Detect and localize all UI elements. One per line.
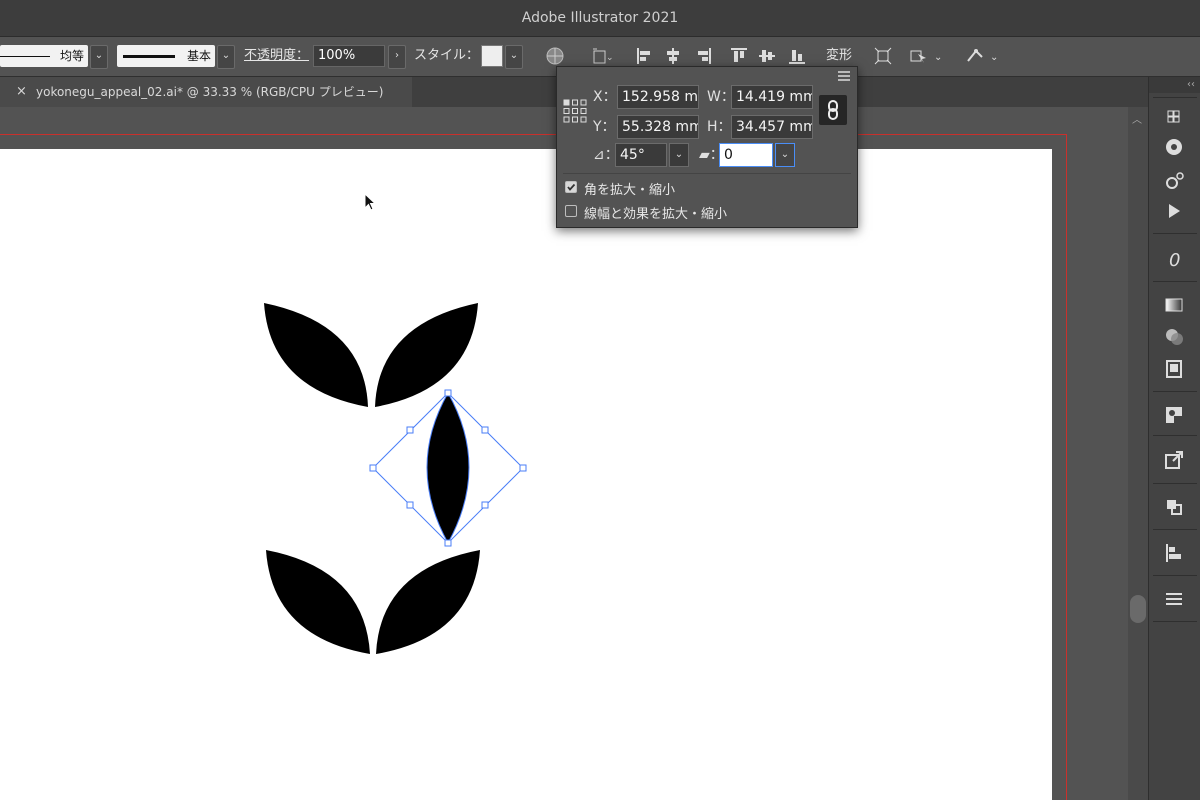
transparency-icon[interactable] [1161,325,1187,349]
dock-divider [1153,233,1197,234]
dock-divider [1153,621,1197,622]
pathfinder-icon[interactable] [1161,495,1187,519]
style-label: スタイル： [414,48,480,63]
transform-link[interactable]: 変形 [826,45,852,67]
window-title: Adobe Illustrator 2021 [521,10,679,26]
stroke-profile-preview [0,56,50,57]
brush-dropdown-button[interactable]: ⌄ [217,45,235,69]
shear-dropdown-button[interactable]: ⌄ [775,143,795,167]
petal-shape[interactable] [266,550,370,654]
chevron-down-icon: ⌄ [509,50,519,61]
chevron-down-icon: ⌄ [780,149,790,160]
stroke-profile-dropdown-button[interactable]: ⌄ [90,45,108,69]
artboard[interactable] [0,149,1052,800]
chevron-down-icon: ⌄ [94,50,104,61]
close-icon[interactable]: × [16,77,27,107]
panel-dock: ‹‹ 0 [1148,77,1200,800]
stroke-profile-label: 均等 [59,49,84,63]
dock-divider [1153,281,1197,282]
align-panel-icon[interactable] [1161,541,1187,565]
chevron-down-icon: ⌄ [674,149,684,160]
svg-text:⌄: ⌄ [934,52,942,63]
recolor-icon[interactable] [544,45,566,67]
brush-preview [123,55,175,58]
align-bottom-icon[interactable] [786,45,808,67]
collapse-icon[interactable]: ‹‹ [1187,77,1195,93]
chevron-right-icon: › [395,50,399,61]
image-trace-icon[interactable] [1161,403,1187,427]
reference-point-icon[interactable] [563,99,587,127]
rotate-input[interactable]: 45° [615,143,667,167]
dock-divider [1153,483,1197,484]
vertical-scrollbar[interactable]: ︿ [1128,107,1148,800]
dock-divider [1153,435,1197,436]
color-wheel-icon[interactable] [1161,135,1187,159]
window-titlebar: Adobe Illustrator 2021 [0,0,1200,37]
petal-shape[interactable] [376,550,480,654]
svg-text:0: 0 [1169,250,1180,271]
constrain-proportions-button[interactable] [819,95,847,125]
stroke-profile-select[interactable]: 均等 [0,45,88,67]
mouse-cursor-icon [364,192,378,217]
gradient-icon[interactable] [1161,293,1187,317]
height-input[interactable]: 34.457 mm [731,115,813,139]
style-dropdown-button[interactable]: ⌄ [505,45,523,69]
chevron-down-icon: ⌄ [221,50,231,61]
libraries-icon[interactable] [1161,105,1187,129]
document-tab[interactable]: × yokonegu_appeal_02.ai* @ 33.33 % (RGB/… [0,77,412,107]
h-label: H： [707,119,732,135]
width-input[interactable]: 14.419 mm [731,85,813,109]
opacity-input[interactable]: 100% [313,45,385,67]
align-center-icon[interactable] [662,45,684,67]
gear-icon[interactable] [1161,169,1187,193]
petal-shape[interactable] [375,303,478,407]
select-similar-icon[interactable]: ⌄ [908,45,944,67]
shape-transform-icon[interactable]: ⌄ [590,45,614,67]
dock-divider [1153,529,1197,530]
x-input[interactable]: 152.958 m [617,85,699,109]
puppet-warp-icon[interactable]: ⌄ [964,45,1000,67]
scale-corners-label[interactable]: 角を拡大・縮小 [584,179,675,198]
x-label: X： [593,89,617,105]
style-swatch[interactable] [481,45,503,67]
rotate-dropdown-button[interactable]: ⌄ [669,143,689,167]
align-right-icon[interactable] [692,45,714,67]
panel-menu-icon[interactable] [837,70,851,86]
panel-divider [563,173,851,174]
dock-divider [1153,391,1197,392]
dock-divider [1153,97,1197,98]
align-top-icon[interactable] [728,45,750,67]
brush-label: 基本 [186,49,211,63]
shear-input[interactable]: 0 [719,143,773,167]
scale-corners-checkbox[interactable] [565,181,577,193]
document-tab-title: yokonegu_appeal_02.ai* @ 33.33 % (RGB/CP… [36,85,384,99]
transform-panel: X： 152.958 m W： 14.419 mm Y： 55.328 mm H… [556,66,858,228]
petal-shape[interactable] [264,303,368,407]
scale-strokes-checkbox[interactable] [565,205,577,217]
export-icon[interactable] [1161,449,1187,473]
glyphs-icon[interactable]: 0 [1161,247,1187,271]
opacity-label[interactable]: 不透明度： [244,45,309,67]
scrollbar-thumb[interactable] [1130,595,1146,623]
play-icon[interactable] [1161,199,1187,223]
opacity-expand-button[interactable]: › [388,45,406,69]
dock-divider [1153,575,1197,576]
menu-icon[interactable] [1161,587,1187,611]
link-icon [828,100,838,120]
isolate-icon[interactable] [872,45,894,67]
selected-petal-shape[interactable] [426,391,470,545]
align-left-icon[interactable] [634,45,656,67]
align-middle-icon[interactable] [756,45,778,67]
dock-header[interactable]: ‹‹ [1149,77,1200,93]
appearance-icon[interactable] [1161,357,1187,381]
scale-strokes-label[interactable]: 線幅と効果を拡大・縮小 [584,203,727,222]
svg-text:⌄: ⌄ [606,53,612,63]
checkmark-icon [567,183,576,191]
brush-select[interactable]: 基本 [117,45,215,67]
y-input[interactable]: 55.328 mm [617,115,699,139]
chevron-up-icon[interactable]: ︿ [1132,111,1142,126]
artwork[interactable] [0,149,1052,800]
svg-text:⌄: ⌄ [990,52,998,63]
y-label: Y： [593,119,616,135]
